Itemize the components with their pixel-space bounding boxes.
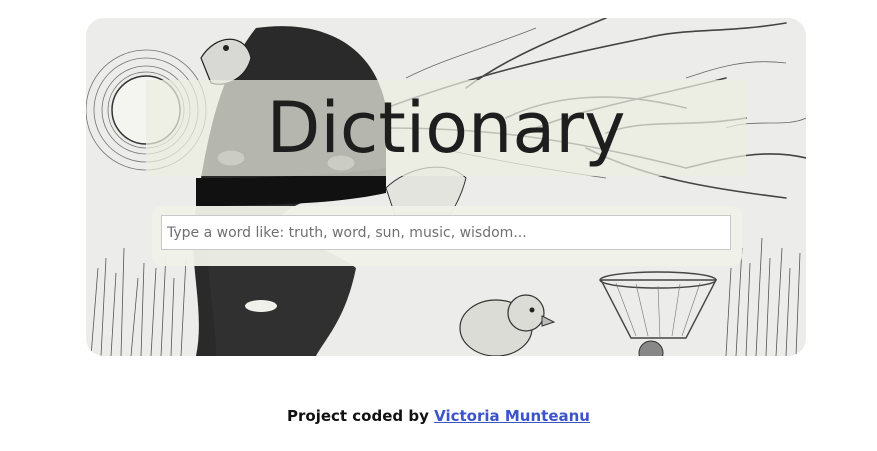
hero-banner: Dictionary (86, 18, 806, 356)
search-input[interactable] (161, 215, 731, 250)
footer-credit: Project coded by Victoria Munteanu (0, 407, 877, 425)
footer-prefix: Project coded by (287, 407, 429, 425)
author-link[interactable]: Victoria Munteanu (434, 407, 590, 425)
page-title: Dictionary (266, 87, 626, 169)
hero-illustration (86, 18, 806, 356)
